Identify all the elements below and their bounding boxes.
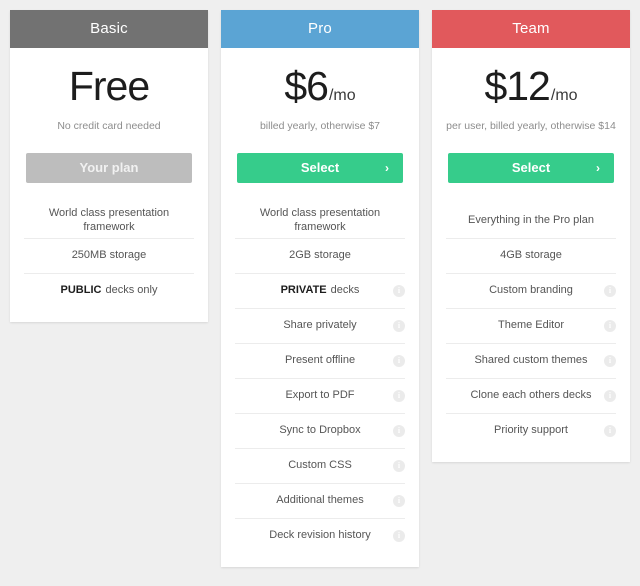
- price-period-team: /mo: [550, 87, 578, 104]
- feature-label: Shared custom themes: [474, 353, 588, 366]
- feature-label: 4GB storage: [500, 248, 562, 261]
- info-icon[interactable]: i: [393, 354, 405, 367]
- feature-label: World class presentation framework: [259, 207, 381, 234]
- plan-body-team: $12/mo per user, billed yearly, otherwise…: [432, 48, 630, 462]
- cta-label-basic: Your plan: [79, 159, 139, 175]
- plan-title-pro: Pro: [221, 10, 419, 48]
- info-icon[interactable]: i: [393, 459, 405, 472]
- feature-label: Clone each others decks: [470, 388, 592, 401]
- pricing-table: Basic Free No credit card needed Your plan W…: [0, 0, 640, 586]
- feature-item: Priority support i: [446, 412, 616, 448]
- info-icon[interactable]: i: [393, 319, 405, 332]
- feature-item: Shared custom themes i: [446, 342, 616, 378]
- feature-item: PUBLIC decks only: [24, 272, 194, 308]
- feature-item: Sync to Dropbox i: [235, 412, 405, 448]
- price-amount-team: $12: [484, 63, 550, 109]
- feature-label: Additional themes: [276, 493, 364, 506]
- feature-list-basic: World class presentation framework 250MB …: [24, 203, 194, 308]
- plan-title-basic: Basic: [10, 10, 208, 48]
- feature-label: 250MB storage: [71, 248, 147, 261]
- price-block-basic: Free No credit card needed: [24, 48, 194, 133]
- plan-body-pro: $6/mo billed yearly, otherwise $7 Select › W…: [221, 48, 419, 567]
- feature-item: Additional themes i: [235, 482, 405, 518]
- price-note-basic: No credit card needed: [57, 120, 161, 132]
- plan-card-team: Team $12/mo per user, billed yearly, other…: [432, 10, 630, 462]
- chevron-right-icon: ›: [385, 160, 389, 175]
- feature-label: Theme Editor: [497, 318, 565, 331]
- info-icon[interactable]: i: [604, 319, 616, 332]
- feature-label: Share privately: [283, 318, 357, 331]
- feature-label: Present offline: [284, 353, 356, 366]
- price-period-pro: /mo: [328, 87, 356, 104]
- feature-item: Custom CSS i: [235, 447, 405, 483]
- current-plan-button-basic: Your plan: [26, 152, 192, 183]
- cta-label-pro: Select: [300, 159, 340, 175]
- feature-item: Export to PDF i: [235, 377, 405, 413]
- feature-item: Clone each others decks i: [446, 377, 616, 413]
- feature-label: Custom branding: [489, 283, 573, 296]
- info-icon[interactable]: i: [604, 284, 616, 297]
- feature-label: Custom CSS: [288, 458, 352, 471]
- feature-list-team: Everything in the Pro plan 4GB storage Cus…: [446, 203, 616, 448]
- price-line-team: $12/mo: [446, 66, 616, 107]
- feature-item: 4GB storage: [446, 237, 616, 273]
- feature-item: World class presentation framework: [24, 203, 194, 238]
- chevron-right-icon: ›: [596, 160, 600, 175]
- feature-label-rest: decks only: [105, 283, 158, 296]
- feature-item: Present offline i: [235, 342, 405, 378]
- feature-label: Sync to Dropbox: [279, 423, 361, 436]
- feature-label: Deck revision history: [269, 528, 371, 541]
- feature-item: 2GB storage: [235, 237, 405, 273]
- info-icon[interactable]: i: [393, 424, 405, 437]
- price-note-pro: billed yearly, otherwise $7: [259, 120, 381, 132]
- feature-label: World class presentation framework: [48, 207, 170, 234]
- info-icon[interactable]: i: [604, 389, 616, 402]
- feature-item: Theme Editor i: [446, 307, 616, 343]
- feature-item: PRIVATE decks i: [235, 272, 405, 308]
- info-icon[interactable]: i: [393, 284, 405, 297]
- plan-title-team: Team: [432, 10, 630, 48]
- info-icon[interactable]: i: [393, 389, 405, 402]
- price-block-pro: $6/mo billed yearly, otherwise $7: [235, 48, 405, 133]
- select-button-team[interactable]: Select ›: [448, 152, 614, 183]
- feature-label: Priority support: [494, 423, 568, 436]
- feature-list-pro: World class presentation framework 2GB st…: [235, 203, 405, 553]
- price-line-basic: Free: [24, 66, 194, 107]
- price-line-pro: $6/mo: [235, 66, 405, 107]
- feature-item: Everything in the Pro plan: [446, 203, 616, 238]
- feature-label-rest: decks: [330, 283, 360, 296]
- info-icon[interactable]: i: [393, 529, 405, 542]
- info-icon[interactable]: i: [604, 354, 616, 367]
- select-button-pro[interactable]: Select ›: [237, 152, 403, 183]
- feature-label-emphasis: PUBLIC: [60, 283, 102, 296]
- feature-item: Share privately i: [235, 307, 405, 343]
- info-icon[interactable]: i: [604, 424, 616, 437]
- plan-card-basic: Basic Free No credit card needed Your plan W…: [10, 10, 208, 322]
- feature-label: Everything in the Pro plan: [468, 214, 594, 227]
- cta-label-team: Select: [511, 159, 551, 175]
- feature-item: Deck revision history i: [235, 517, 405, 553]
- price-block-team: $12/mo per user, billed yearly, otherwise…: [446, 48, 616, 133]
- feature-item: World class presentation framework: [235, 203, 405, 238]
- feature-label: PUBLIC decks only: [61, 284, 158, 298]
- price-amount-basic: Free: [68, 63, 150, 109]
- feature-label-emphasis: PRIVATE: [280, 283, 327, 296]
- feature-label: Export to PDF: [285, 388, 355, 401]
- feature-label: PRIVATE decks: [281, 284, 360, 298]
- plan-body-basic: Free No credit card needed Your plan World …: [10, 48, 208, 322]
- price-note-team: per user, billed yearly, otherwise $14: [446, 120, 616, 132]
- feature-item: 250MB storage: [24, 237, 194, 273]
- feature-item: Custom branding i: [446, 272, 616, 308]
- plan-card-pro: Pro $6/mo billed yearly, otherwise $7 Selec…: [221, 10, 419, 567]
- price-amount-pro: $6: [284, 63, 329, 109]
- info-icon[interactable]: i: [393, 494, 405, 507]
- feature-label: 2GB storage: [289, 248, 351, 261]
